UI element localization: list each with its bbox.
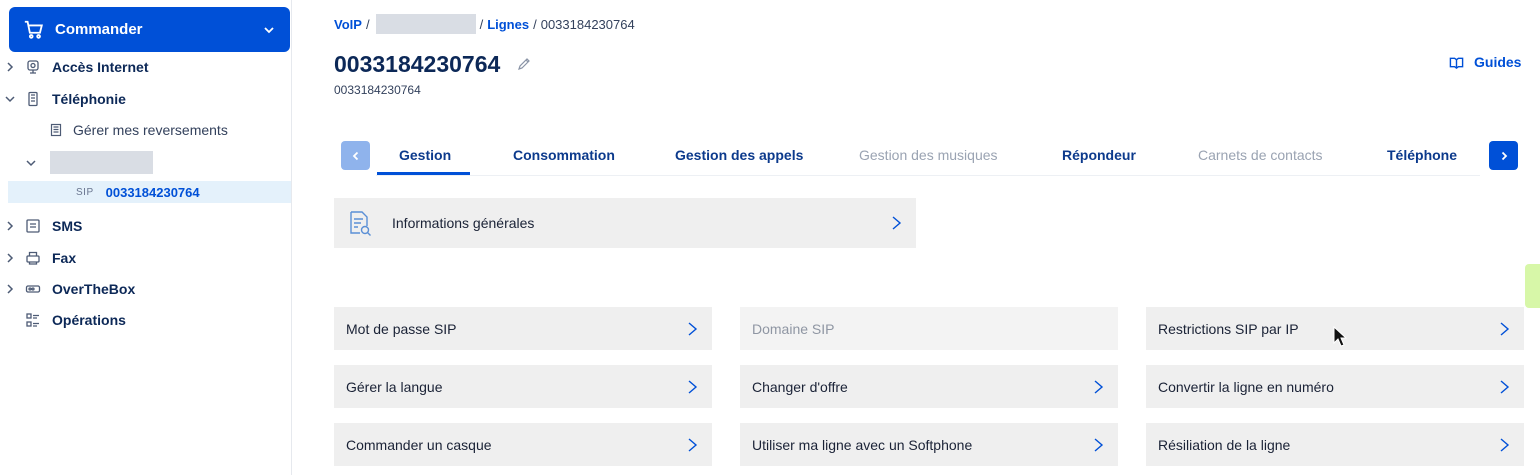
chevron-right-icon [688, 437, 698, 452]
sidebar-item-label: Téléphonie [52, 91, 126, 107]
breadcrumb-separator: / [533, 16, 537, 32]
chevron-right-icon [7, 62, 14, 72]
cart-icon [24, 20, 43, 39]
tile-label: Résiliation de la ligne [1158, 436, 1291, 453]
tile-commander-casque[interactable]: Commander un casque [334, 423, 712, 466]
tile-convertir-ligne[interactable]: Convertir la ligne en numéro [1146, 365, 1524, 408]
chevron-down-icon [26, 159, 36, 166]
mouse-cursor-icon [1333, 326, 1347, 347]
tab-scroll-right-button[interactable] [1489, 141, 1518, 170]
tile-label: Utiliser ma ligne avec un Softphone [752, 436, 973, 453]
chevron-down-icon [264, 26, 274, 33]
tile-informations-generales[interactable]: Informations générales [334, 198, 916, 248]
chevron-right-icon [1094, 379, 1104, 394]
tile-softphone[interactable]: Utiliser ma ligne avec un Softphone [740, 423, 1118, 466]
redacted-group-name [50, 151, 153, 174]
tile-gerer-la-langue[interactable]: Gérer la langue [334, 365, 712, 408]
sidebar-item-label: Accès Internet [52, 59, 149, 75]
sms-icon [26, 219, 40, 233]
phone-icon [28, 91, 38, 107]
tile-label: Gérer la langue [346, 378, 443, 395]
document-icon [50, 123, 62, 137]
breadcrumb-lignes[interactable]: Lignes [487, 17, 529, 32]
sidebar-item-label: Fax [52, 250, 77, 266]
sidebar-item-telephonie[interactable]: Téléphonie [0, 84, 292, 114]
sidebar-line-selected[interactable]: SIP 0033184230764 [8, 181, 291, 203]
document-search-icon [350, 211, 371, 236]
sidebar-subitem-reversements[interactable]: Gérer mes reversements [49, 122, 228, 138]
guides-label: Guides [1474, 54, 1522, 70]
tab-scroll-left-button[interactable] [341, 141, 370, 170]
chevron-right-icon [688, 321, 698, 336]
tab-active-indicator [377, 172, 470, 175]
redacted-breadcrumb[interactable] [375, 14, 476, 34]
order-button-label: Commander [55, 21, 143, 38]
tile-label: Informations générales [392, 215, 535, 231]
tab-carnets-de-contacts: Carnets de contacts [1198, 147, 1323, 163]
chevron-right-icon [1501, 151, 1507, 160]
tab-consommation[interactable]: Consommation [513, 147, 615, 163]
breadcrumb-separator: / [479, 16, 484, 32]
tab-gestion-des-appels[interactable]: Gestion des appels [675, 147, 803, 163]
tile-label: Commander un casque [346, 436, 492, 453]
chevron-left-icon [352, 151, 358, 160]
sidebar-item-label: OverTheBox [52, 281, 136, 297]
tab-repondeur[interactable]: Répondeur [1062, 147, 1136, 163]
feedback-tab[interactable] [1525, 264, 1540, 308]
tile-resiliation[interactable]: Résiliation de la ligne [1146, 423, 1524, 466]
page-title: 0033184230764 [334, 51, 501, 77]
sidebar-item-overthebox[interactable]: OverTheBox [0, 274, 292, 304]
breadcrumb: VoIP / / Lignes / 0033184230764 [334, 14, 635, 34]
sidebar-subitem-label: Gérer mes reversements [73, 122, 228, 138]
chevron-down-icon [5, 96, 15, 103]
tile-label: Mot de passe SIP [346, 320, 457, 337]
tile-label: Restrictions SIP par IP [1158, 320, 1299, 337]
tile-mot-de-passe-sip[interactable]: Mot de passe SIP [334, 307, 712, 350]
pencil-icon[interactable] [516, 56, 532, 72]
breadcrumb-voip[interactable]: VoIP [334, 17, 362, 32]
chevron-right-icon [7, 253, 14, 263]
sidebar-item-sms[interactable]: SMS [0, 211, 292, 241]
sidebar-item-label: SMS [52, 218, 83, 234]
fax-icon [26, 251, 40, 265]
sidebar-item-acces-internet[interactable]: Accès Internet [0, 52, 292, 82]
chevron-right-icon [7, 221, 14, 231]
overthebox-icon [25, 285, 41, 293]
operations-icon [26, 313, 39, 327]
line-type-label: SIP [76, 186, 94, 198]
tab-gestion-des-musiques: Gestion des musiques [859, 147, 998, 163]
chevron-right-icon [688, 379, 698, 394]
tile-label: Changer d'offre [752, 378, 848, 395]
chevron-right-icon [1094, 437, 1104, 452]
internet-icon [27, 60, 39, 74]
chevron-right-icon [1500, 321, 1510, 336]
page-subtitle: 0033184230764 [334, 83, 421, 97]
sidebar-item-operations[interactable]: Opérations [0, 305, 292, 335]
sidebar: Commander Accès Internet Téléphonie Gére… [0, 0, 292, 475]
chevron-right-icon [1500, 379, 1510, 394]
breadcrumb-separator: / [365, 16, 370, 32]
tile-label: Convertir la ligne en numéro [1158, 378, 1334, 395]
tab-gestion[interactable]: Gestion [399, 147, 451, 163]
sidebar-subitem-group[interactable] [24, 151, 153, 174]
tile-label: Domaine SIP [752, 320, 835, 337]
tab-telephone[interactable]: Téléphone [1387, 147, 1457, 163]
book-icon [1449, 57, 1464, 69]
guides-link[interactable]: Guides [1449, 54, 1521, 70]
order-button[interactable]: Commander [9, 7, 290, 52]
tile-changer-offre[interactable]: Changer d'offre [740, 365, 1118, 408]
chevron-right-icon [7, 284, 14, 294]
sidebar-item-fax[interactable]: Fax [0, 243, 292, 273]
tabs-divider [376, 175, 1480, 176]
tile-domaine-sip: Domaine SIP [740, 307, 1118, 350]
chevron-right-icon [892, 216, 902, 230]
line-number-label: 0033184230764 [105, 184, 200, 200]
sidebar-item-label: Opérations [52, 312, 126, 328]
breadcrumb-current: 0033184230764 [540, 16, 635, 32]
chevron-right-icon [1500, 437, 1510, 452]
